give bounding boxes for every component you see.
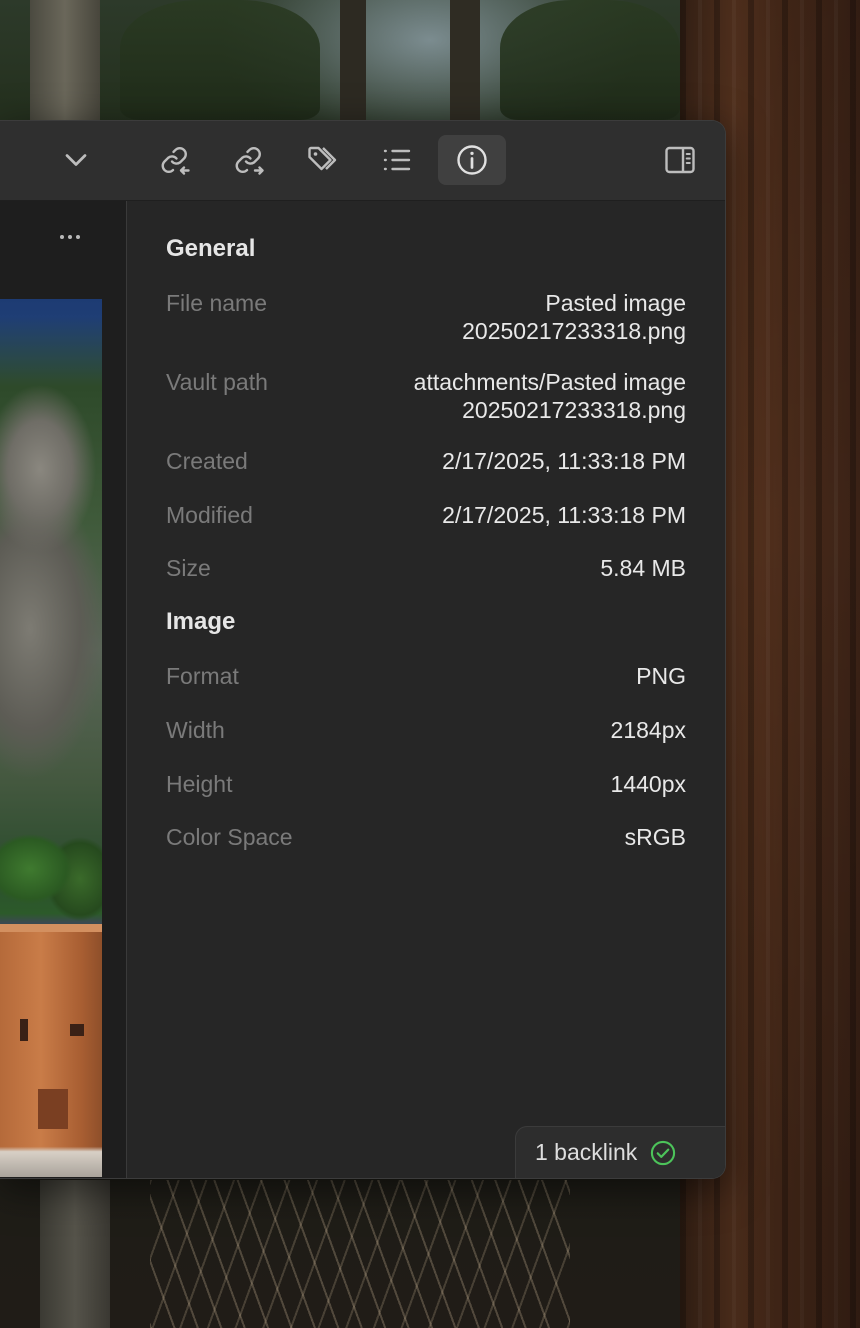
image-preview — [0, 299, 102, 1177]
property-value[interactable]: Pasted image 20250217233318.png — [462, 289, 686, 345]
property-value: PNG — [636, 663, 686, 689]
property-value: 1440px — [610, 771, 686, 797]
property-row-size: Size 5.84 MB — [166, 554, 686, 582]
property-label: File name — [166, 290, 267, 316]
toolbar — [0, 121, 725, 201]
property-value[interactable]: attachments/Pasted image 20250217233318.… — [414, 368, 686, 424]
property-value: sRGB — [624, 824, 686, 850]
property-label: Vault path — [166, 369, 268, 395]
property-row-vault-path: Vault path attachments/Pasted image 2025… — [166, 368, 686, 424]
more-options-icon[interactable] — [60, 231, 88, 243]
app-window: General File name Pasted image 202502172… — [0, 120, 726, 1179]
wallpaper-tree-trunk — [30, 0, 100, 130]
property-row-file-name: File name Pasted image 20250217233318.pn… — [166, 289, 686, 345]
collapse-button[interactable] — [42, 135, 110, 185]
backlinks-button[interactable] — [141, 135, 209, 185]
outgoing-links-button[interactable] — [215, 135, 283, 185]
property-label: Format — [166, 663, 239, 689]
property-row-format: Format PNG — [166, 662, 686, 690]
property-label: Width — [166, 717, 225, 743]
property-value: 5.84 MB — [600, 555, 686, 581]
toggle-sidebar-button[interactable] — [646, 135, 714, 185]
info-icon — [457, 145, 487, 175]
outgoing-links-icon — [235, 147, 264, 175]
file-info-panel: General File name Pasted image 202502172… — [127, 201, 725, 1178]
property-value: 2184px — [610, 717, 686, 743]
tags-icon — [308, 146, 337, 171]
chevron-down-icon — [65, 154, 87, 166]
property-label: Modified — [166, 502, 253, 528]
wallpaper-tree-trunk — [450, 0, 480, 130]
editor-pane — [0, 201, 127, 1178]
property-label: Created — [166, 448, 248, 474]
property-label: Size — [166, 555, 211, 581]
property-row-width: Width 2184px — [166, 716, 686, 744]
property-label: Color Space — [166, 824, 293, 850]
backlinks-count: 1 backlink — [535, 1139, 638, 1165]
property-row-created: Created 2/17/2025, 11:33:18 PM — [166, 447, 686, 475]
file-info-button[interactable] — [438, 135, 506, 185]
property-row-color-space: Color Space sRGB — [166, 823, 686, 851]
property-row-modified: Modified 2/17/2025, 11:33:18 PM — [166, 501, 686, 529]
check-circle-icon — [651, 1140, 676, 1165]
outline-button[interactable] — [363, 135, 431, 185]
outline-icon — [383, 149, 411, 171]
section-title-general: General — [166, 235, 256, 262]
property-value: 2/17/2025, 11:33:18 PM — [442, 448, 686, 474]
tags-button[interactable] — [289, 135, 357, 185]
wallpaper-tree-trunk — [340, 0, 366, 130]
backlinks-status[interactable]: 1 backlink — [515, 1126, 725, 1178]
property-row-height: Height 1440px — [166, 770, 686, 798]
wallpaper-branches — [150, 1180, 570, 1328]
property-label: Height — [166, 771, 233, 797]
wallpaper-tree-trunk — [40, 1180, 110, 1328]
section-title-image: Image — [166, 608, 236, 635]
sidebar-toggle-icon — [665, 146, 695, 174]
property-value: 2/17/2025, 11:33:18 PM — [442, 502, 686, 528]
backlinks-icon — [161, 147, 190, 175]
